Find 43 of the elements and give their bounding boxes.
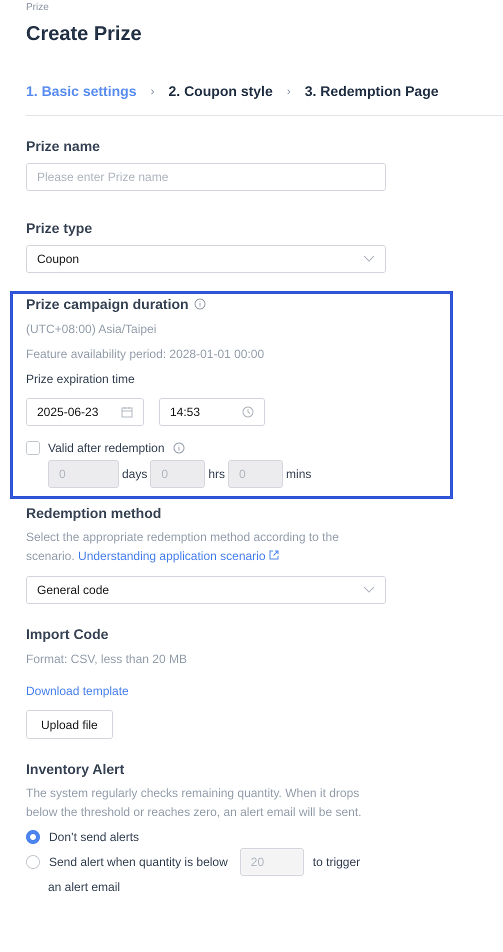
scenario-link[interactable]: Understanding application scenario (78, 549, 279, 563)
unit-label: mins (286, 467, 312, 481)
field-label: Redemption method (26, 505, 162, 521)
step-tab[interactable]: 2. Coupon style (168, 83, 273, 99)
chevron-down-icon (363, 255, 375, 263)
step-separator: › (150, 84, 154, 98)
radio-label: to trigger (312, 855, 360, 869)
unit-label: hrs (208, 467, 226, 481)
section-title: Prize campaign duration (26, 296, 437, 312)
field-label: Prize expiration time (26, 372, 136, 386)
radio-button[interactable] (26, 855, 40, 869)
redemption-method-select[interactable]: General code (26, 576, 386, 604)
timezone-text: (UTC+08:00) Asia/Taipei (26, 321, 158, 338)
checkbox[interactable] (26, 441, 40, 455)
availability-text: Feature availability period: 2028-01-01 00:00 (26, 346, 266, 363)
info-icon (194, 298, 206, 310)
chevron-down-icon (363, 586, 375, 594)
radio-label: Send alert when quantity is below (49, 855, 228, 869)
step-tab[interactable]: 3. Redemption Page (304, 83, 439, 99)
step-separator: › (286, 84, 291, 98)
unit-label: days (122, 467, 148, 481)
checkbox-label: Valid after redemption (48, 441, 165, 455)
prize-name-field[interactable]: Please enter Prize name (26, 163, 386, 191)
upload-file-button[interactable]: Upload file (26, 710, 113, 739)
radio-label: Don’t send alerts (49, 830, 140, 844)
radio-label: an alert email (48, 880, 122, 894)
field-label: Import Code (26, 626, 110, 642)
page-title: Create Prize (26, 23, 143, 46)
calendar-icon (121, 406, 133, 418)
format-text: Format: CSV, less than 20 MB (26, 651, 188, 668)
date-field[interactable]: 2025-06-23 (26, 398, 144, 426)
field-label: Inventory Alert (26, 761, 126, 777)
prize-type-select[interactable]: Coupon (26, 245, 386, 273)
clock-icon (242, 406, 254, 418)
external-link-icon (268, 550, 279, 560)
description-text: The system regularly checks remaining quantity. When it drops below the threshold or reaches zero, an alert email will be sent. (26, 785, 363, 821)
time-field[interactable]: 14:53 (159, 398, 265, 426)
radio-button[interactable] (26, 830, 40, 844)
download-template-link[interactable]: Download template (26, 684, 129, 698)
info-icon (172, 442, 185, 454)
field-label: Prize type (26, 220, 94, 236)
field-label: Prize name (26, 138, 101, 154)
description-text: Select the appropriate redemption method according to the scenario. Understanding application scenario (26, 529, 340, 565)
